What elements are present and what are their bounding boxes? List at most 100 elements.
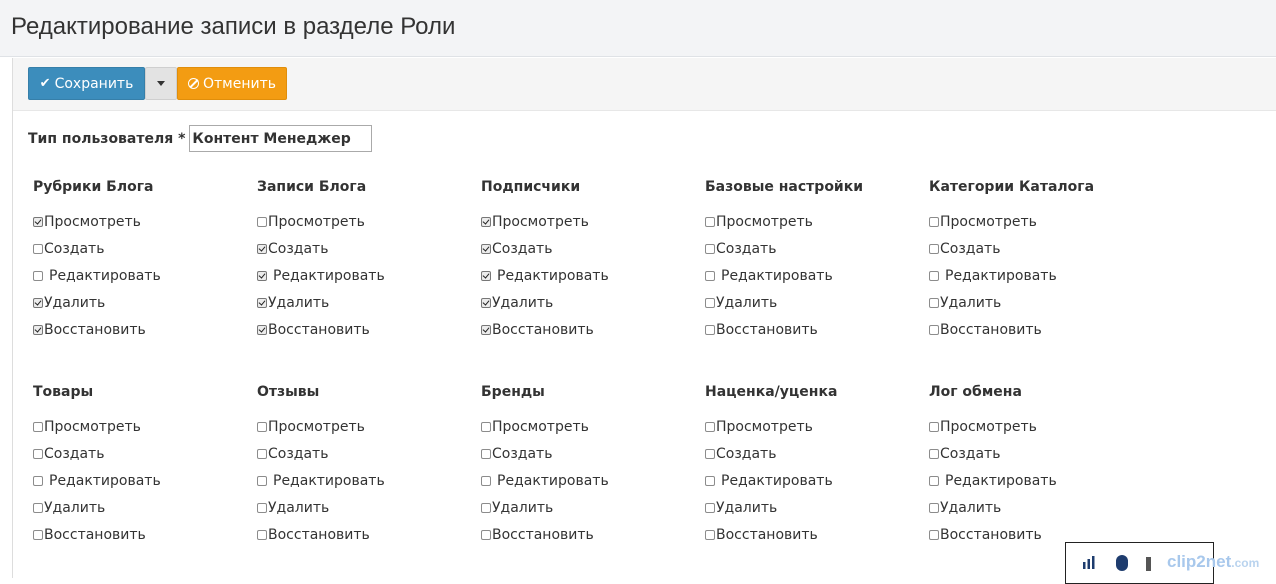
permission-checkbox-row[interactable]: Редактировать <box>257 472 385 490</box>
permission-checkbox[interactable] <box>257 449 267 459</box>
permission-checkbox[interactable] <box>257 530 267 540</box>
permission-checkbox[interactable] <box>705 449 715 459</box>
permission-checkbox-row[interactable]: Восстановить <box>257 526 370 544</box>
permission-checkbox[interactable] <box>33 271 43 281</box>
permission-checkbox-row[interactable]: Просмотреть <box>929 213 1037 231</box>
save-options-dropdown[interactable] <box>145 67 177 100</box>
permission-checkbox-row[interactable]: Удалить <box>929 499 1001 517</box>
permission-checkbox-row[interactable]: Создать <box>929 445 1000 463</box>
permission-checkbox-row[interactable]: Восстановить <box>481 526 594 544</box>
permission-checkbox[interactable] <box>257 298 267 308</box>
permission-checkbox-row[interactable]: Редактировать <box>481 267 609 285</box>
permission-checkbox[interactable] <box>705 244 715 254</box>
permission-checkbox-row[interactable]: Удалить <box>929 294 1001 312</box>
permission-checkbox[interactable] <box>481 271 491 281</box>
permission-checkbox[interactable] <box>481 449 491 459</box>
permission-checkbox-row[interactable]: Создать <box>33 240 104 258</box>
permission-checkbox-row[interactable]: Редактировать <box>257 267 385 285</box>
permission-checkbox[interactable] <box>481 298 491 308</box>
permission-checkbox-row[interactable]: Восстановить <box>705 526 818 544</box>
permission-checkbox[interactable] <box>257 422 267 432</box>
permission-checkbox[interactable] <box>33 476 43 486</box>
save-button[interactable]: ✔ Сохранить <box>28 67 145 100</box>
permission-checkbox-row[interactable]: Удалить <box>481 499 553 517</box>
permission-checkbox-row[interactable]: Создать <box>481 445 552 463</box>
permission-checkbox-row[interactable]: Просмотреть <box>481 418 589 436</box>
permission-checkbox-row[interactable]: Просмотреть <box>257 418 365 436</box>
permission-checkbox-row[interactable]: Просмотреть <box>257 213 365 231</box>
permission-checkbox-row[interactable]: Редактировать <box>929 472 1057 490</box>
permission-checkbox[interactable] <box>481 325 491 335</box>
permission-checkbox-row[interactable]: Удалить <box>705 499 777 517</box>
permission-checkbox-row[interactable]: Создать <box>705 445 776 463</box>
permission-checkbox[interactable] <box>257 271 267 281</box>
permission-checkbox-row[interactable]: Восстановить <box>33 526 146 544</box>
permission-checkbox-row[interactable]: Удалить <box>481 294 553 312</box>
permission-checkbox[interactable] <box>929 325 939 335</box>
permission-checkbox[interactable] <box>705 476 715 486</box>
permission-checkbox-row[interactable]: Просмотреть <box>33 213 141 231</box>
permission-checkbox-row[interactable]: Просмотреть <box>705 213 813 231</box>
permission-checkbox[interactable] <box>929 422 939 432</box>
permission-checkbox-row[interactable]: Редактировать <box>929 267 1057 285</box>
permission-checkbox[interactable] <box>33 449 43 459</box>
cancel-button[interactable]: Отменить <box>177 67 287 100</box>
permission-checkbox[interactable] <box>257 503 267 513</box>
permission-checkbox[interactable] <box>257 325 267 335</box>
permission-checkbox-row[interactable]: Создать <box>33 445 104 463</box>
permission-checkbox-row[interactable]: Восстановить <box>33 321 146 339</box>
permission-checkbox-row[interactable]: Просмотреть <box>481 213 589 231</box>
user-type-input[interactable] <box>189 125 373 152</box>
permission-checkbox[interactable] <box>705 298 715 308</box>
permission-checkbox[interactable] <box>257 217 267 227</box>
permission-checkbox[interactable] <box>481 244 491 254</box>
permission-checkbox[interactable] <box>481 217 491 227</box>
permission-checkbox[interactable] <box>705 217 715 227</box>
permission-checkbox[interactable] <box>929 449 939 459</box>
permission-checkbox[interactable] <box>929 271 939 281</box>
permission-checkbox-row[interactable]: Удалить <box>705 294 777 312</box>
permission-checkbox[interactable] <box>33 244 43 254</box>
permission-checkbox-row[interactable]: Просмотреть <box>33 418 141 436</box>
permission-checkbox[interactable] <box>929 503 939 513</box>
permission-checkbox-row[interactable]: Восстановить <box>705 321 818 339</box>
permission-checkbox-row[interactable]: Удалить <box>33 499 105 517</box>
permission-checkbox[interactable] <box>481 422 491 432</box>
permission-checkbox-row[interactable]: Восстановить <box>929 321 1042 339</box>
permission-checkbox-row[interactable]: Просмотреть <box>929 418 1037 436</box>
permission-checkbox-row[interactable]: Просмотреть <box>705 418 813 436</box>
permission-checkbox[interactable] <box>33 422 43 432</box>
permission-checkbox[interactable] <box>257 476 267 486</box>
permission-checkbox[interactable] <box>705 530 715 540</box>
permission-checkbox[interactable] <box>33 217 43 227</box>
permission-checkbox[interactable] <box>929 298 939 308</box>
permission-checkbox-row[interactable]: Создать <box>929 240 1000 258</box>
permission-checkbox-row[interactable]: Редактировать <box>33 472 161 490</box>
permission-checkbox-row[interactable]: Редактировать <box>481 472 609 490</box>
permission-checkbox[interactable] <box>929 476 939 486</box>
permission-checkbox[interactable] <box>33 325 43 335</box>
permission-checkbox[interactable] <box>481 503 491 513</box>
permission-checkbox[interactable] <box>705 325 715 335</box>
permission-checkbox[interactable] <box>705 271 715 281</box>
permission-checkbox[interactable] <box>705 422 715 432</box>
permission-checkbox-row[interactable]: Редактировать <box>33 267 161 285</box>
permission-checkbox-row[interactable]: Создать <box>705 240 776 258</box>
permission-checkbox-row[interactable]: Удалить <box>257 499 329 517</box>
permission-checkbox[interactable] <box>929 530 939 540</box>
permission-checkbox[interactable] <box>929 217 939 227</box>
permission-checkbox[interactable] <box>33 298 43 308</box>
permission-checkbox[interactable] <box>705 503 715 513</box>
permission-checkbox-row[interactable]: Восстановить <box>481 321 594 339</box>
permission-checkbox-row[interactable]: Восстановить <box>257 321 370 339</box>
permission-checkbox[interactable] <box>481 530 491 540</box>
permission-checkbox-row[interactable]: Создать <box>257 445 328 463</box>
permission-checkbox[interactable] <box>257 244 267 254</box>
permission-checkbox[interactable] <box>481 476 491 486</box>
permission-checkbox-row[interactable]: Редактировать <box>705 267 833 285</box>
permission-checkbox-row[interactable]: Редактировать <box>705 472 833 490</box>
permission-checkbox[interactable] <box>33 503 43 513</box>
permission-checkbox-row[interactable]: Удалить <box>257 294 329 312</box>
permission-checkbox-row[interactable]: Восстановить <box>929 526 1042 544</box>
permission-checkbox[interactable] <box>929 244 939 254</box>
